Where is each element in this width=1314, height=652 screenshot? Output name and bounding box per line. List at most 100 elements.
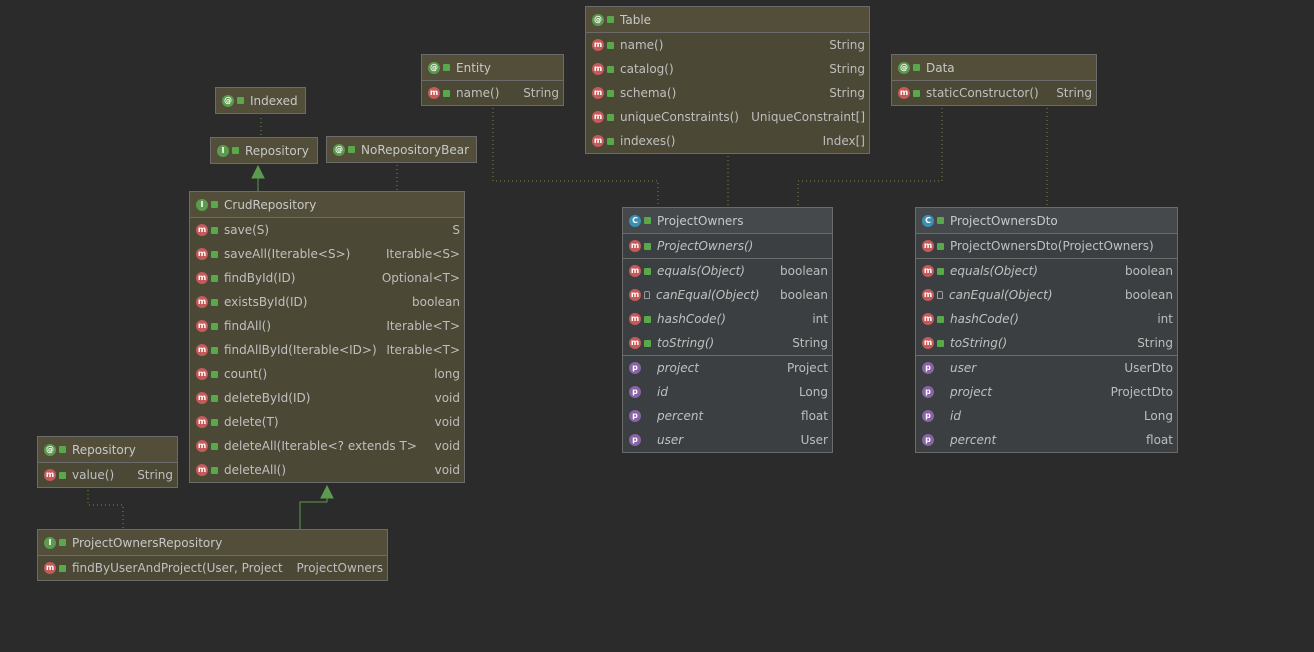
member-row[interactable]: m count() long (190, 362, 464, 386)
member-row[interactable]: m staticConstructor() String (892, 81, 1096, 105)
member-row[interactable]: m findAll() Iterable<T> (190, 314, 464, 338)
member-row[interactable]: m deleteById(ID) void (190, 386, 464, 410)
method-icon: m (629, 337, 641, 349)
node-header[interactable]: @ Table (586, 7, 869, 32)
member-type: int (1157, 312, 1173, 326)
inheritance-edge-por-crud (299, 497, 328, 529)
node-section: m name() String (422, 80, 563, 105)
member-row[interactable]: p user UserDto (916, 356, 1177, 380)
node-title: Repository (72, 442, 136, 457)
lock-icon (937, 291, 943, 299)
public-visibility-icon (644, 339, 651, 347)
member-row[interactable]: m name() String (422, 81, 563, 105)
public-visibility-icon (644, 217, 651, 224)
public-visibility-icon (232, 147, 239, 154)
property-icon: p (922, 434, 934, 446)
member-row[interactable]: m indexes() Index[] (586, 129, 869, 153)
uml-node-data[interactable]: @ Data m staticConstructor() String (891, 54, 1097, 106)
member-row[interactable]: m equals(Object) boolean (623, 259, 832, 283)
member-type: Project (786, 361, 828, 375)
member-row[interactable]: m deleteAll() void (190, 458, 464, 482)
node-section: p user UserDto p project ProjectDto p id Long p pe… (916, 355, 1177, 452)
member-row[interactable]: m hashCode() int (623, 307, 832, 331)
public-visibility-icon (937, 242, 944, 250)
member-row[interactable]: m ProjectOwners() (623, 234, 832, 258)
member-name: existsById(ID) (224, 295, 308, 309)
member-row[interactable]: m canEqual(Object) boolean (623, 283, 832, 307)
member-row[interactable]: p percent float (623, 404, 832, 428)
member-row[interactable]: m equals(Object) boolean (916, 259, 1177, 283)
member-name: hashCode() (950, 312, 1019, 326)
member-row[interactable]: m findByUserAndProject(User, Project Proje… (38, 556, 387, 580)
uml-node-entity[interactable]: @ Entity m name() String (421, 54, 564, 106)
uml-node-crud[interactable]: I CrudRepository m save(S) Sm saveAll(Iterabl… (189, 191, 465, 483)
uml-node-repository[interactable]: I Repository (210, 137, 318, 164)
member-row[interactable]: m existsById(ID) boolean (190, 290, 464, 314)
member-name: save(S) (224, 223, 270, 237)
lock-icon (644, 291, 650, 299)
node-header[interactable]: @ NoRepositoryBear (327, 137, 476, 162)
public-visibility-icon (607, 137, 614, 145)
member-name: id (950, 409, 961, 423)
member-row[interactable]: m canEqual(Object) boolean (916, 283, 1177, 307)
member-row[interactable]: m saveAll(Iterable<S>) Iterable<S> (190, 242, 464, 266)
member-row[interactable]: p percent float (916, 428, 1177, 452)
member-row[interactable]: m hashCode() int (916, 307, 1177, 331)
member-row[interactable]: m catalog() String (586, 57, 869, 81)
member-row[interactable]: m schema() String (586, 81, 869, 105)
member-row[interactable]: m findById(ID) Optional<T> (190, 266, 464, 290)
uml-node-por[interactable]: I ProjectOwnersRepository m findByUserAndPr… (37, 529, 388, 581)
uml-node-indexed[interactable]: @ Indexed (215, 87, 306, 114)
public-visibility-icon (937, 315, 944, 323)
member-row[interactable]: m findAllById(Iterable<ID>) Iterable<T> (190, 338, 464, 362)
node-header[interactable]: C ProjectOwnersDto (916, 208, 1177, 233)
at-icon: @ (898, 61, 910, 74)
member-row[interactable]: p user User (623, 428, 832, 452)
method-icon: m (196, 320, 208, 332)
uml-node-repoann[interactable]: @ Repository m value() String (37, 436, 178, 488)
node-header[interactable]: @ Indexed (216, 88, 305, 113)
member-row[interactable]: m ProjectOwnersDto(ProjectOwners) (916, 234, 1177, 258)
public-visibility-icon (644, 437, 651, 444)
member-row[interactable]: m save(S) S (190, 218, 464, 242)
member-type: ProjectOwners (296, 561, 384, 575)
uml-node-norepobean[interactable]: @ NoRepositoryBear (326, 136, 477, 163)
uml-node-po[interactable]: C ProjectOwners m ProjectOwners() m equals(Ob… (622, 207, 833, 453)
node-header[interactable]: I CrudRepository (190, 192, 464, 217)
member-type: String (829, 86, 865, 100)
member-name: value() (72, 468, 115, 482)
node-section: m staticConstructor() String (892, 80, 1096, 105)
member-row[interactable]: m deleteAll(Iterable<? extends T> void (190, 434, 464, 458)
public-visibility-icon (211, 346, 218, 354)
node-header[interactable]: @ Repository (38, 437, 177, 462)
node-header[interactable]: @ Data (892, 55, 1096, 80)
node-title: CrudRepository (224, 197, 317, 212)
method-icon: m (922, 337, 934, 349)
interface-icon: I (44, 536, 56, 549)
member-type: Long (798, 385, 828, 399)
member-row[interactable]: m toString() String (623, 331, 832, 355)
member-row[interactable]: p project Project (623, 356, 832, 380)
node-section: m ProjectOwners() (623, 233, 832, 258)
uml-node-table[interactable]: @ Table m name() String m catalog() String m sche… (585, 6, 870, 154)
node-header[interactable]: I ProjectOwnersRepository (38, 530, 387, 555)
member-row[interactable]: m value() String (38, 463, 177, 487)
member-row[interactable]: m uniqueConstraints() UniqueConstraint[] (586, 105, 869, 129)
member-row[interactable]: p project ProjectDto (916, 380, 1177, 404)
public-visibility-icon (607, 89, 614, 97)
method-icon: m (592, 111, 604, 123)
uml-node-podto[interactable]: C ProjectOwnersDto m ProjectOwnersDto(Proje… (915, 207, 1178, 453)
node-header[interactable]: @ Entity (422, 55, 563, 80)
member-row[interactable]: p id Long (623, 380, 832, 404)
member-name: schema() (620, 86, 677, 100)
public-visibility-icon (644, 389, 651, 396)
node-header[interactable]: I Repository (211, 138, 317, 163)
node-title: Entity (456, 60, 492, 75)
node-section: p project Project p id Long p percent float p user… (623, 355, 832, 452)
member-row[interactable]: m delete(T) void (190, 410, 464, 434)
member-row[interactable]: m name() String (586, 33, 869, 57)
node-header[interactable]: C ProjectOwners (623, 208, 832, 233)
member-row[interactable]: p id Long (916, 404, 1177, 428)
member-row[interactable]: m toString() String (916, 331, 1177, 355)
inheritance-arrow-crud-repository (251, 164, 265, 179)
